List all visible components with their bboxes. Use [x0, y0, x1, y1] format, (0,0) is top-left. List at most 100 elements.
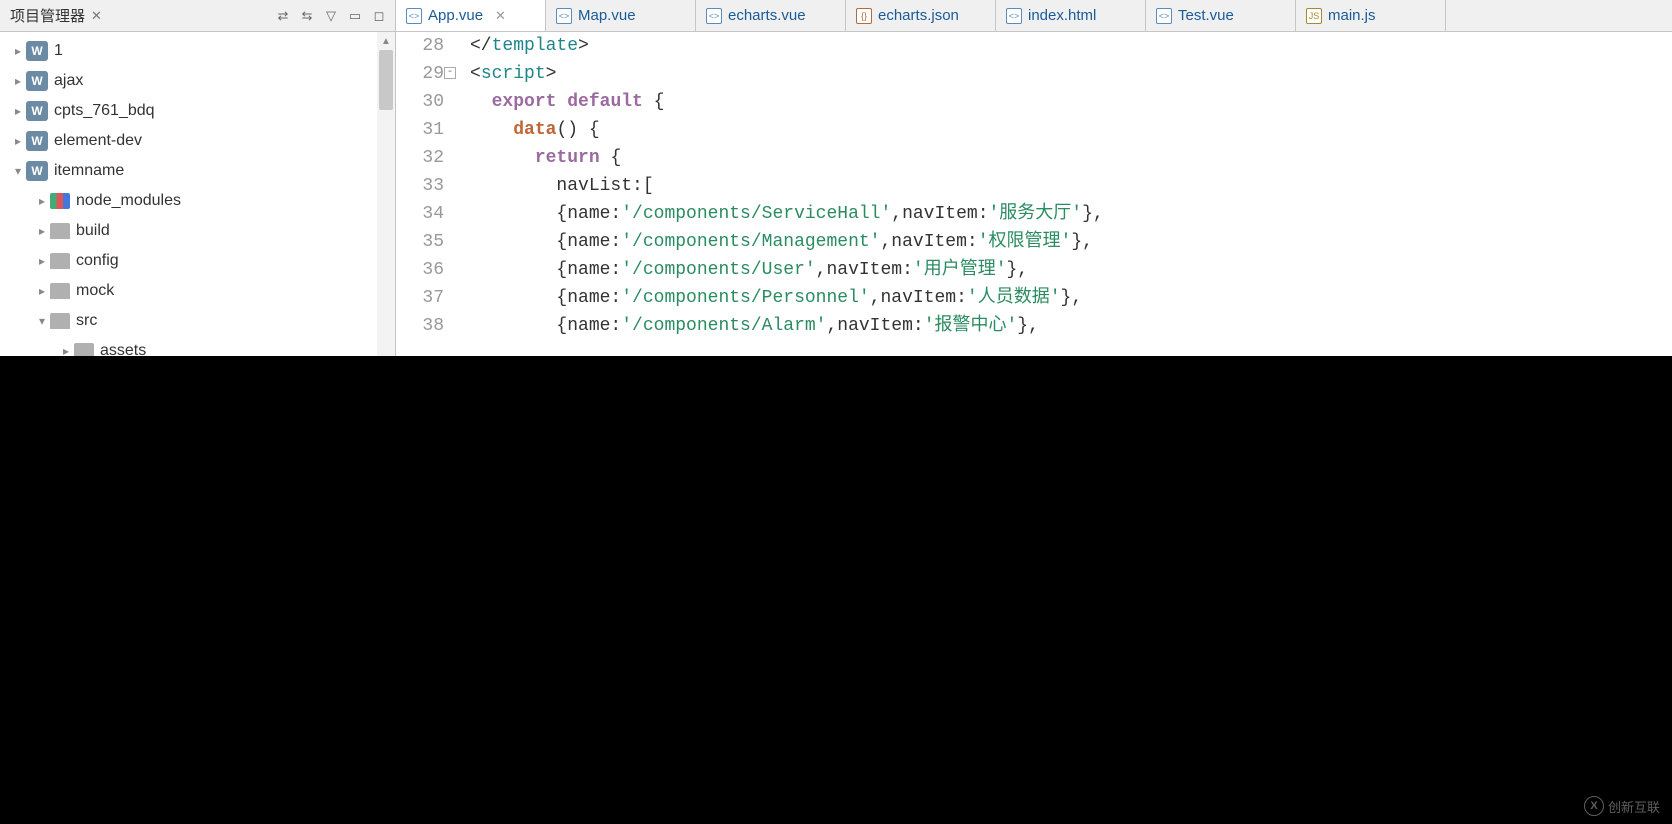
- code-line[interactable]: data() {: [470, 116, 1672, 144]
- line-number: 29-: [396, 60, 444, 88]
- line-number: 33: [396, 172, 444, 200]
- editor-tab-echarts.vue[interactable]: <>echarts.vue: [696, 0, 846, 31]
- tree-item-node_modules[interactable]: node_modules: [0, 186, 395, 216]
- tree-item-src[interactable]: src: [0, 306, 395, 336]
- js-file-icon: JS: [1306, 8, 1322, 24]
- fold-toggle-icon[interactable]: -: [444, 67, 456, 79]
- line-number: 37: [396, 284, 444, 312]
- project-manager-header: 项目管理器 ✕ ⇄ ⇆ ▽ ▭ ◻: [0, 0, 395, 32]
- tree-item-label: itemname: [54, 162, 124, 180]
- scroll-up-icon[interactable]: ▲: [377, 32, 395, 50]
- vue-file-icon: <>: [406, 8, 422, 24]
- code-line[interactable]: {name:'/components/User',navItem:'用户管理'}…: [470, 256, 1672, 284]
- twisty-icon[interactable]: [58, 344, 74, 356]
- line-number: 30: [396, 88, 444, 116]
- tab-label: echarts.vue: [728, 7, 806, 24]
- code-content[interactable]: </template><script> export default { dat…: [452, 32, 1672, 356]
- twisty-icon[interactable]: [34, 254, 50, 268]
- watermark-text: 创新互联: [1608, 797, 1660, 816]
- editor-area: <>App.vue✕<>Map.vue<>echarts.vue{}echart…: [396, 0, 1672, 356]
- scroll-thumb[interactable]: [379, 50, 393, 110]
- tree-item-label: mock: [76, 282, 114, 300]
- project-icon: W: [26, 131, 48, 151]
- html-file-icon: <>: [1006, 8, 1022, 24]
- editor-tab-App.vue[interactable]: <> App.vue ✕: [396, 0, 546, 31]
- twisty-icon[interactable]: [10, 104, 26, 118]
- tree-item-mock[interactable]: mock: [0, 276, 395, 306]
- tab-label: main.js: [1328, 7, 1376, 24]
- tree-item-assets[interactable]: assets: [0, 336, 395, 356]
- code-line[interactable]: {name:'/components/Personnel',navItem:'人…: [470, 284, 1672, 312]
- folder-icon: [50, 223, 70, 239]
- twisty-icon[interactable]: [10, 164, 26, 178]
- tree-item-1[interactable]: W1: [0, 36, 395, 66]
- folder-icon: [50, 313, 70, 329]
- line-number: 38: [396, 312, 444, 340]
- tree-item-element-dev[interactable]: Welement-dev: [0, 126, 395, 156]
- code-line[interactable]: {name:'/components/Management',navItem:'…: [470, 228, 1672, 256]
- twisty-icon[interactable]: [34, 224, 50, 238]
- code-line[interactable]: return {: [470, 144, 1672, 172]
- tab-label: Test.vue: [1178, 7, 1234, 24]
- minimize-icon[interactable]: ▭: [345, 6, 365, 26]
- tab-label: App.vue: [428, 7, 483, 24]
- watermark-logo-icon: X: [1584, 796, 1604, 816]
- json-file-icon: {}: [856, 8, 872, 24]
- code-editor[interactable]: 2829-303132333435363738 </template><scri…: [396, 32, 1672, 356]
- code-line[interactable]: </template>: [470, 32, 1672, 60]
- project-icon: W: [26, 41, 48, 61]
- twisty-icon[interactable]: [34, 194, 50, 208]
- top-area: 项目管理器 ✕ ⇄ ⇆ ▽ ▭ ◻ W1WajaxWcpts_761_bdqWe…: [0, 0, 1672, 356]
- folder-icon: [50, 253, 70, 269]
- tree-item-label: element-dev: [54, 132, 142, 150]
- maximize-icon[interactable]: ◻: [369, 6, 389, 26]
- code-line[interactable]: {name:'/components/Alarm',navItem:'报警中心'…: [470, 312, 1672, 340]
- editor-tab-index.html[interactable]: <>index.html: [996, 0, 1146, 31]
- line-number: 28: [396, 32, 444, 60]
- lower-black-region: X 创新互联: [0, 356, 1672, 824]
- code-line[interactable]: export default {: [470, 88, 1672, 116]
- tree-item-label: assets: [100, 342, 146, 356]
- collapse-all-icon[interactable]: ⇆: [297, 6, 317, 26]
- twisty-icon[interactable]: [34, 314, 50, 328]
- editor-tab-Test.vue[interactable]: <> Test.vue: [1146, 0, 1296, 31]
- project-manager-panel: 项目管理器 ✕ ⇄ ⇆ ▽ ▭ ◻ W1WajaxWcpts_761_bdqWe…: [0, 0, 396, 356]
- tree-item-cpts_761_bdq[interactable]: Wcpts_761_bdq: [0, 96, 395, 126]
- watermark: X 创新互联: [1584, 796, 1660, 816]
- tab-close-icon[interactable]: ✕: [495, 8, 506, 24]
- project-tree: W1WajaxWcpts_761_bdqWelement-devWitemnam…: [0, 32, 395, 356]
- project-icon: W: [26, 71, 48, 91]
- vue-file-icon: <>: [1156, 8, 1172, 24]
- line-number: 36: [396, 256, 444, 284]
- link-with-editor-icon[interactable]: ⇄: [273, 6, 293, 26]
- line-number: 35: [396, 228, 444, 256]
- twisty-icon[interactable]: [34, 284, 50, 298]
- editor-tab-echarts.json[interactable]: {}echarts.json: [846, 0, 996, 31]
- twisty-icon[interactable]: [10, 44, 26, 58]
- library-icon: [50, 193, 70, 209]
- tree-item-ajax[interactable]: Wajax: [0, 66, 395, 96]
- tree-item-config[interactable]: config: [0, 246, 395, 276]
- view-menu-icon[interactable]: ▽: [321, 6, 341, 26]
- tree-item-build[interactable]: build: [0, 216, 395, 246]
- twisty-icon[interactable]: [10, 74, 26, 88]
- line-number-gutter: 2829-303132333435363738: [396, 32, 452, 356]
- vertical-scrollbar[interactable]: ▲: [377, 32, 395, 356]
- editor-tab-Map.vue[interactable]: <>Map.vue: [546, 0, 696, 31]
- editor-tab-main.js[interactable]: JS main.js: [1296, 0, 1446, 31]
- code-line[interactable]: navList:[: [470, 172, 1672, 200]
- folder-icon: [50, 283, 70, 299]
- twisty-icon[interactable]: [10, 134, 26, 148]
- tree-item-label: cpts_761_bdq: [54, 102, 155, 120]
- line-number: 31: [396, 116, 444, 144]
- folder-icon: [74, 343, 94, 356]
- ide-root: 项目管理器 ✕ ⇄ ⇆ ▽ ▭ ◻ W1WajaxWcpts_761_bdqWe…: [0, 0, 1672, 824]
- tree-item-itemname[interactable]: Witemname: [0, 156, 395, 186]
- code-line[interactable]: <script>: [470, 60, 1672, 88]
- code-line[interactable]: {name:'/components/ServiceHall',navItem:…: [470, 200, 1672, 228]
- tree-item-label: src: [76, 312, 97, 330]
- tree-item-label: config: [76, 252, 119, 270]
- close-icon[interactable]: ✕: [91, 8, 102, 24]
- vue-file-icon: <>: [556, 8, 572, 24]
- tree-item-label: node_modules: [76, 192, 181, 210]
